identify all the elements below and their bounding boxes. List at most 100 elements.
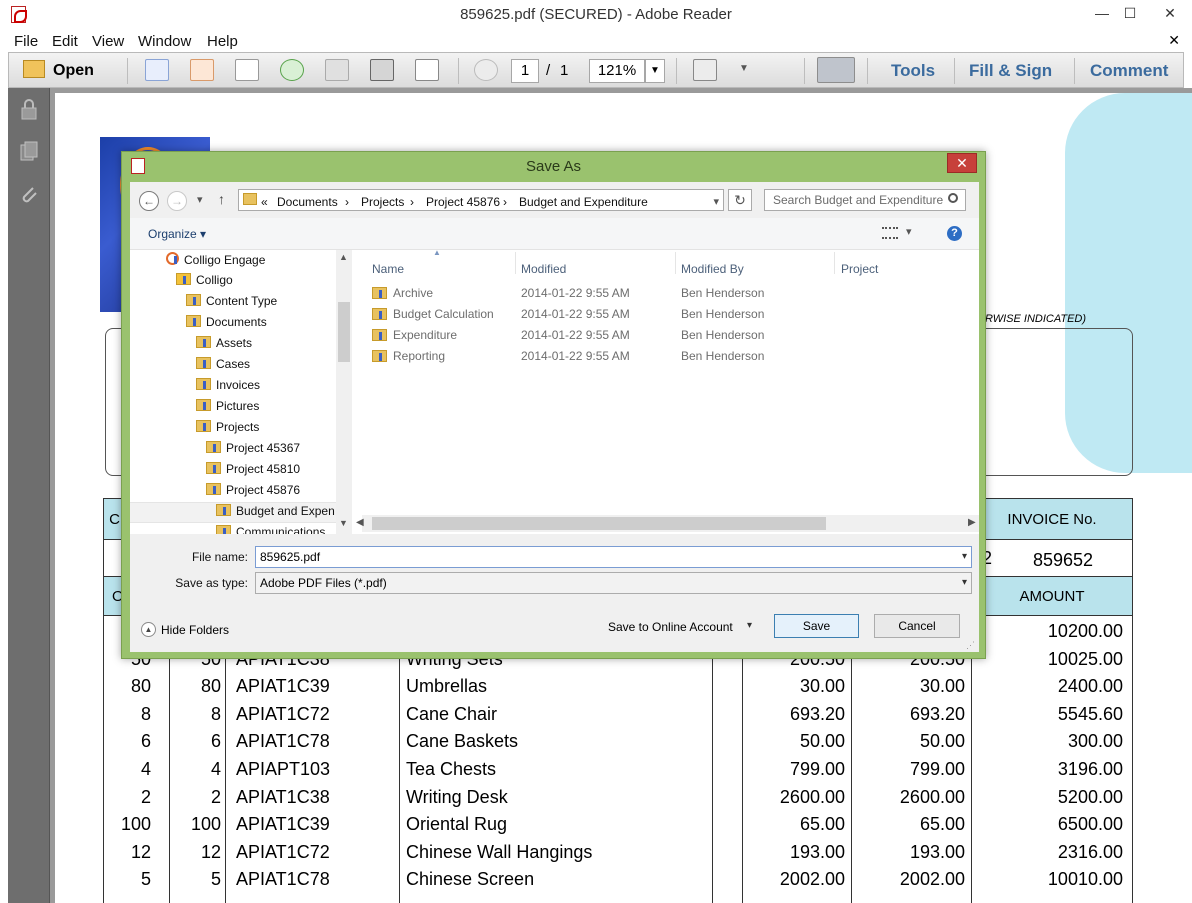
tree-item[interactable]: Colligo: [176, 273, 233, 287]
tree-item[interactable]: Cases: [196, 357, 250, 371]
file-name-input[interactable]: 859625.pdf ▾: [255, 546, 972, 568]
back-icon[interactable]: ←: [139, 191, 159, 211]
tools-pane-button[interactable]: Tools: [891, 61, 935, 81]
create-pdf-icon[interactable]: [145, 59, 169, 81]
menu-file[interactable]: File: [14, 33, 38, 50]
scroll-down-icon[interactable]: ▼: [339, 518, 348, 528]
close-button[interactable]: ✕: [1155, 2, 1185, 24]
print-icon[interactable]: [370, 59, 394, 81]
close-document-button[interactable]: ✕: [1168, 32, 1180, 49]
resize-grip-icon[interactable]: ⋰: [966, 640, 975, 651]
breadcrumb-separator: ›: [410, 195, 414, 209]
fill-sign-pane-button[interactable]: Fill & Sign: [969, 61, 1052, 81]
zoom-dropdown-icon[interactable]: ▼: [645, 59, 665, 83]
maximize-button[interactable]: ☐: [1115, 2, 1145, 24]
tree-item[interactable]: Assets: [196, 336, 252, 350]
save-type-select[interactable]: Adobe PDF Files (*.pdf) ▾: [255, 572, 972, 594]
view-options-icon[interactable]: [882, 227, 898, 239]
tree-item[interactable]: Invoices: [196, 378, 260, 392]
menu-window[interactable]: Window: [138, 33, 191, 50]
tree-item[interactable]: Budget and Expen: [216, 504, 335, 518]
dialog-close-button[interactable]: ✕: [947, 153, 977, 173]
column-modified-by[interactable]: Modified By: [681, 262, 744, 276]
chevron-down-icon[interactable]: ▾: [747, 620, 752, 631]
tree-item[interactable]: Colligo Engage: [166, 252, 265, 267]
invoice-cell-q1: 2: [140, 786, 151, 807]
breadcrumb-overflow[interactable]: «: [261, 192, 268, 212]
upload-cloud-icon[interactable]: [280, 59, 304, 81]
invoice-cell-price1: 2002.00: [779, 869, 845, 890]
chevron-down-icon[interactable]: ▾: [962, 547, 967, 567]
file-modified: 2014-01-22 9:55 AM: [521, 349, 630, 363]
breadcrumb-budget-and-expenditure[interactable]: Budget and Expenditure: [519, 192, 648, 212]
tree-item-label: Colligo: [196, 273, 233, 287]
edit-pdf-icon[interactable]: [235, 59, 259, 81]
minimize-button[interactable]: —: [1087, 2, 1117, 24]
file-row[interactable]: Archive 2014-01-22 9:55 AM Ben Henderson: [372, 286, 962, 304]
hide-folders-icon[interactable]: ▲: [141, 622, 156, 637]
hide-folders-button[interactable]: Hide Folders: [161, 623, 229, 637]
scroll-left-icon[interactable]: ◀: [356, 517, 364, 528]
file-name-label: File name:: [191, 550, 248, 564]
forward-icon[interactable]: →: [167, 191, 187, 211]
save-online-account-button[interactable]: Save to Online Account: [608, 620, 733, 634]
file-row[interactable]: Reporting 2014-01-22 9:55 AM Ben Henderson: [372, 349, 962, 367]
tree-item[interactable]: Pictures: [196, 399, 259, 413]
previous-page-icon[interactable]: [474, 59, 498, 81]
attachment-icon[interactable]: [18, 184, 40, 206]
search-input[interactable]: Search Budget and Expenditure: [764, 189, 966, 211]
chevron-down-icon[interactable]: ▾: [962, 573, 967, 593]
tree-item[interactable]: Documents: [186, 315, 267, 329]
tree-item[interactable]: Content Type: [186, 294, 277, 308]
breadcrumb-projects[interactable]: Projects: [361, 192, 404, 212]
scroll-up-icon[interactable]: ▲: [339, 252, 348, 262]
chevron-down-icon[interactable]: ▾: [713, 192, 719, 212]
lock-icon[interactable]: [18, 98, 40, 120]
chevron-down-icon[interactable]: ▾: [906, 225, 912, 238]
tree-scroll-thumb[interactable]: [338, 302, 350, 362]
menu-view[interactable]: View: [92, 33, 124, 50]
comment-pane-button[interactable]: Comment: [1090, 61, 1168, 81]
tree-item[interactable]: Projects: [196, 420, 259, 434]
pages-icon[interactable]: [18, 140, 40, 162]
file-row[interactable]: Budget Calculation 2014-01-22 9:55 AM Ben …: [372, 307, 962, 325]
email-icon[interactable]: [415, 59, 439, 81]
export-pdf-icon[interactable]: [190, 59, 214, 81]
tree-item[interactable]: Project 45367: [206, 441, 300, 455]
tree-scrollbar[interactable]: ▲ ▼: [336, 250, 352, 534]
hand-tool-icon[interactable]: [817, 57, 855, 83]
up-folder-icon[interactable]: ↑: [218, 191, 225, 207]
fit-page-icon[interactable]: [693, 59, 717, 81]
invoice-cell-amount: 2316.00: [1057, 841, 1123, 862]
tree-item[interactable]: Project 45876: [206, 483, 300, 497]
chevron-down-icon[interactable]: ▼: [739, 63, 749, 74]
file-list-scrollbar[interactable]: ◀ ▶: [356, 515, 979, 532]
open-button[interactable]: Open: [53, 62, 94, 80]
help-icon[interactable]: ?: [947, 226, 962, 241]
zoom-input[interactable]: 121%: [589, 59, 645, 83]
file-modified-by: Ben Henderson: [681, 307, 765, 321]
scroll-right-icon[interactable]: ▶: [968, 517, 976, 528]
column-modified[interactable]: Modified: [521, 262, 566, 276]
invoice-cell-amount: 3196.00: [1057, 759, 1123, 779]
tree-item[interactable]: Communications: [216, 525, 325, 534]
page-number-input[interactable]: 1: [511, 59, 539, 83]
cancel-button[interactable]: Cancel: [874, 614, 960, 638]
address-bar[interactable]: « Documents › Projects › Project 45876 ›…: [238, 189, 724, 211]
column-name[interactable]: Name: [372, 262, 404, 276]
invoice-cell-price2: 193.00: [909, 841, 965, 862]
tree-item[interactable]: Project 45810: [206, 462, 300, 476]
recent-locations-icon[interactable]: ▾: [197, 193, 203, 206]
menu-edit[interactable]: Edit: [52, 33, 78, 50]
file-list-scroll-thumb[interactable]: [372, 517, 826, 530]
save-button[interactable]: Save: [774, 614, 859, 638]
column-project[interactable]: Project: [841, 262, 878, 276]
breadcrumb-project-45876[interactable]: Project 45876: [426, 192, 500, 212]
save-disk-icon[interactable]: [325, 59, 349, 81]
file-row[interactable]: Expenditure 2014-01-22 9:55 AM Ben Henders…: [372, 328, 962, 346]
menu-help[interactable]: Help: [207, 33, 238, 50]
breadcrumb-documents[interactable]: Documents: [277, 192, 338, 212]
organize-button[interactable]: Organize ▾: [148, 227, 206, 241]
invoice-cell-q2: 4: [210, 759, 221, 779]
refresh-icon[interactable]: ↻: [728, 189, 752, 211]
